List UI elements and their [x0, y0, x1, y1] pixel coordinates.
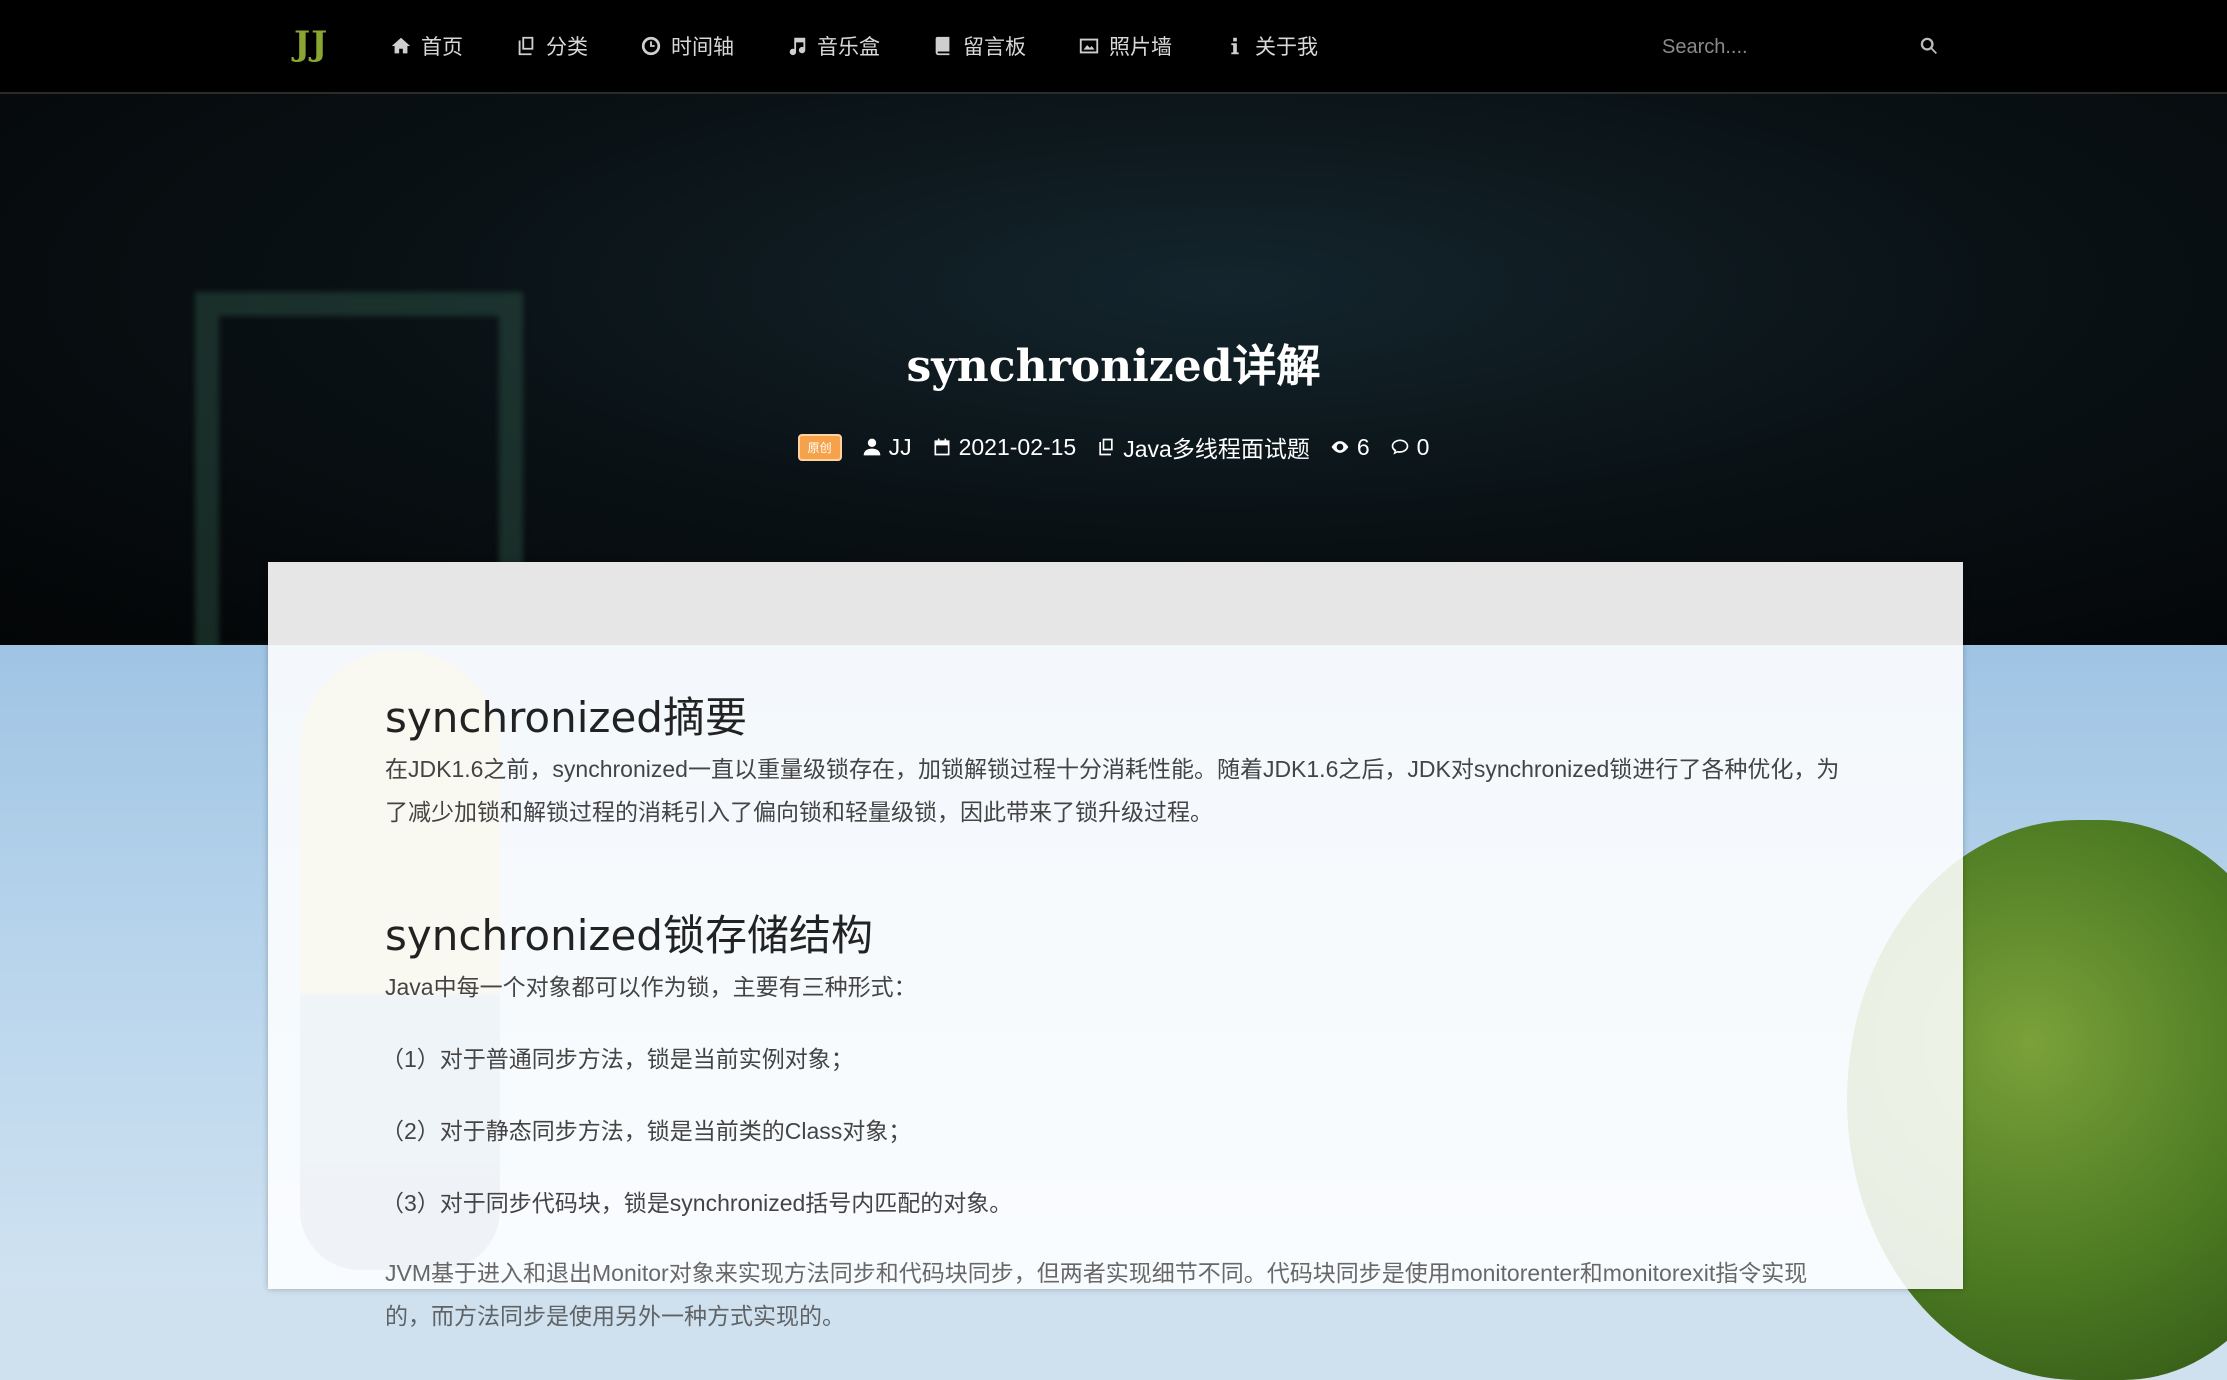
nav-home-label: 首页 — [421, 36, 463, 59]
post-date-value: 2021-02-15 — [958, 433, 1077, 460]
nav-timeline-label: 时间轴 — [671, 36, 734, 59]
nav-home[interactable]: 首页 — [390, 31, 463, 61]
article-paragraph: Java中每一个对象都可以作为锁，主要有三种形式： — [385, 974, 917, 1000]
article-heading: synchronized摘要 — [385, 693, 747, 742]
post-comments[interactable]: 0 — [1390, 433, 1430, 461]
music-icon — [789, 37, 806, 56]
post-views: 6 — [1330, 434, 1370, 461]
post-category[interactable]: Java多线程面试题 — [1096, 430, 1310, 464]
post-author-name: JJ — [888, 433, 912, 460]
post-date: 2021-02-15 — [932, 433, 1077, 461]
search-icon[interactable] — [1918, 35, 1940, 57]
copy-icon — [518, 36, 534, 56]
article-list-item: （2）对于静态同步方法，锁是当前类的Class对象； — [381, 1118, 912, 1144]
article-card: synchronized摘要 在JDK1.6之前，synchronized一直以… — [268, 562, 1963, 1329]
nav-photos[interactable]: 照片墙 — [1078, 31, 1172, 61]
article-paragraph: 在JDK1.6之前，synchronized一直以重量级锁存在，加锁解锁过程十分… — [385, 756, 1840, 825]
home-icon — [391, 37, 411, 54]
nav-timeline[interactable]: 时间轴 — [640, 31, 734, 61]
user-icon — [863, 438, 880, 456]
post-meta: 原创 JJ 2021-02-15 Java多线程面试题 6 0 — [0, 430, 2227, 464]
search-box — [1660, 26, 1940, 68]
post-comments-count: 0 — [1416, 433, 1430, 460]
nav-category[interactable]: 分类 — [515, 31, 588, 61]
comment-icon — [1391, 439, 1408, 455]
nav-photos-label: 照片墙 — [1109, 36, 1172, 59]
nav-guestbook[interactable]: 留言板 — [932, 31, 1026, 61]
article-list-item: （1）对于普通同步方法，锁是当前实例对象； — [381, 1046, 854, 1072]
top-navbar: JJ 首页 分类 时间轴 音乐盒 留言板 照片墙 关于我 — [0, 0, 2227, 94]
site-logo[interactable]: JJ — [294, 24, 328, 64]
article-paragraph: JVM基于进入和退出Monitor对象来实现方法同步和代码块同步，但两者实现细节… — [385, 1260, 1808, 1329]
clock-icon — [641, 36, 661, 56]
copy-icon — [1099, 438, 1113, 456]
nav-category-label: 分类 — [546, 36, 588, 59]
article-heading: synchronized锁存储结构 — [385, 911, 873, 960]
nav-about-label: 关于我 — [1255, 36, 1318, 59]
nav-music[interactable]: 音乐盒 — [786, 31, 880, 61]
eye-icon — [1331, 441, 1349, 453]
info-icon — [1231, 37, 1239, 55]
nav-guestbook-label: 留言板 — [963, 36, 1026, 59]
search-input[interactable] — [1660, 26, 1904, 68]
main-nav: 首页 分类 时间轴 音乐盒 留言板 照片墙 关于我 — [390, 0, 1370, 92]
calendar-icon — [934, 438, 950, 456]
post-category-name: Java多线程面试题 — [1123, 436, 1310, 462]
post-author[interactable]: JJ — [862, 434, 912, 461]
post-title: synchronized详解 — [906, 341, 1321, 392]
nav-about[interactable]: 关于我 — [1224, 31, 1318, 61]
article-list-item: （3）对于同步代码块，锁是synchronized括号内匹配的对象。 — [381, 1190, 1013, 1216]
original-badge: 原创 — [797, 433, 842, 461]
nav-music-label: 音乐盒 — [817, 36, 880, 59]
image-icon — [1079, 38, 1099, 54]
post-views-count: 6 — [1356, 433, 1370, 460]
article-card-header — [268, 562, 1963, 645]
book-icon — [935, 36, 950, 56]
